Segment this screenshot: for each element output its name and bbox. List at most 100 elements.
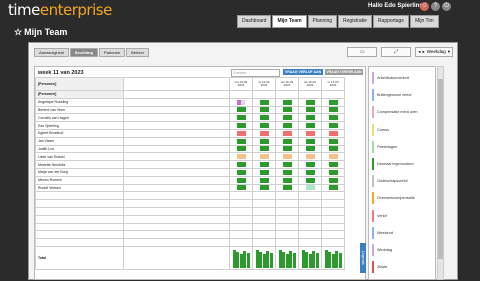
day-cell[interactable] [321, 144, 345, 154]
day-cell[interactable] [229, 175, 253, 185]
day-cell[interactable] [321, 175, 345, 185]
day-cell[interactable] [275, 144, 299, 154]
day-cell[interactable] [275, 97, 299, 107]
subtab[interactable]: Bezetting [69, 48, 98, 57]
day-cell[interactable] [298, 144, 322, 154]
day-cell[interactable] [229, 113, 253, 123]
table-row[interactable]: Rudolf Vriesen [35, 183, 345, 193]
day-cell[interactable] [275, 183, 299, 193]
day-cell[interactable] [321, 128, 345, 138]
avatar-icon[interactable]: ☺ [420, 2, 429, 11]
request-overtime-button[interactable]: VRAAG OVERW AAN [325, 69, 363, 75]
table-row[interactable]: Edo Spierling [35, 121, 345, 130]
legend-tab[interactable]: Legenda [360, 243, 366, 273]
day-cell[interactable] [275, 136, 299, 146]
day-cell[interactable] [298, 152, 322, 162]
day-cell[interactable] [298, 136, 322, 146]
day-cell[interactable] [252, 136, 276, 146]
day-cell[interactable] [252, 113, 276, 123]
day-cell[interactable] [252, 183, 276, 193]
day-cell[interactable] [252, 167, 276, 177]
day-cell[interactable] [275, 175, 299, 185]
table-row[interactable]: Mariette Hendriks [35, 160, 345, 169]
day-cell[interactable] [298, 105, 322, 115]
day-cell[interactable] [321, 105, 345, 115]
help-icon[interactable]: ? [431, 2, 440, 11]
day-cell[interactable] [275, 152, 299, 162]
legend-scrollbar[interactable] [437, 66, 444, 280]
nav-tab[interactable]: Rapportage [372, 15, 410, 28]
day-cell[interactable] [298, 113, 322, 123]
day-cell[interactable] [252, 105, 276, 115]
day-cell[interactable] [252, 152, 276, 162]
day-cell[interactable] [275, 160, 299, 169]
scroll-thumb[interactable] [438, 79, 443, 259]
day-cell[interactable] [229, 105, 253, 115]
day-cell[interactable] [321, 113, 345, 123]
star-icon[interactable]: ☆ [14, 27, 22, 37]
table-row[interactable]: Berend van Veen [35, 105, 345, 115]
weekday-nav[interactable]: ◂ ▸ Weekdag ▾ [415, 47, 453, 57]
day-cell[interactable] [229, 152, 253, 162]
day-cell[interactable] [298, 121, 322, 130]
day-cell[interactable] [229, 136, 253, 146]
table-row[interactable]: Marja van der Burg [35, 167, 345, 177]
subtab[interactable]: Patronen [98, 48, 126, 57]
day-cell[interactable] [275, 128, 299, 138]
nav-tab[interactable]: Mijn Tim [410, 15, 439, 28]
day-cell[interactable] [321, 160, 345, 169]
day-cell[interactable] [275, 113, 299, 123]
day-cell[interactable] [298, 128, 322, 138]
day-cell[interactable] [252, 128, 276, 138]
table-row[interactable]: Cornelis van Hagen [35, 113, 345, 123]
day-cell[interactable] [229, 144, 253, 154]
day-cell[interactable] [321, 167, 345, 177]
day-cell[interactable] [252, 97, 276, 107]
day-cell[interactable] [229, 167, 253, 177]
day-cell[interactable] [252, 121, 276, 130]
day-cell[interactable] [229, 121, 253, 130]
prev-icon[interactable]: ◂ [418, 48, 420, 56]
logout-icon[interactable]: ⏻ [442, 2, 451, 11]
fullscreen-icon[interactable]: ⤢ [381, 47, 412, 57]
day-cell[interactable] [298, 183, 322, 193]
day-cell[interactable] [321, 97, 345, 107]
day-cell[interactable] [298, 160, 322, 169]
day-cell[interactable] [321, 183, 345, 193]
dropdown-icon[interactable]: ▾ [448, 48, 450, 56]
day-cell[interactable] [229, 183, 253, 193]
day-year: 2023 [283, 83, 291, 87]
day-cell[interactable] [252, 160, 276, 169]
window-icon[interactable]: ▭ [347, 47, 378, 57]
day-cell[interactable] [321, 152, 345, 162]
nav-tab[interactable]: Planning [307, 15, 338, 28]
day-cell[interactable] [275, 121, 299, 130]
day-cell[interactable] [298, 175, 322, 185]
nav-tab[interactable]: Mijn Team [272, 15, 307, 28]
table-row[interactable]: Angelique Roseling [35, 97, 345, 107]
day-cell[interactable] [321, 136, 345, 146]
table-row[interactable]: Jan Visser [35, 136, 345, 146]
table-row[interactable]: Egbert Broekhof [35, 128, 345, 138]
day-cell[interactable] [298, 97, 322, 107]
table-row[interactable]: Menno Romein [35, 175, 345, 185]
filter-input[interactable]: Zoeken [231, 69, 280, 77]
request-leave-button[interactable]: VRAAG VERLOF AAN [283, 69, 323, 75]
subtab[interactable]: Aanwezigheid [34, 48, 69, 57]
subtab[interactable]: Beheer [126, 48, 150, 57]
day-cell[interactable] [275, 105, 299, 115]
nav-tab[interactable]: Dashboard [237, 15, 272, 28]
day-cell[interactable] [229, 160, 253, 169]
day-cell[interactable] [229, 128, 253, 138]
day-cell[interactable] [252, 175, 276, 185]
next-icon[interactable]: ▸ [423, 48, 425, 56]
nav-tab[interactable]: Registratie [338, 15, 372, 28]
table-row[interactable]: Judith Lon [35, 144, 345, 154]
day-cell[interactable] [275, 167, 299, 177]
day-cell[interactable] [252, 144, 276, 154]
day-cell[interactable] [298, 167, 322, 177]
day-cell[interactable] [321, 121, 345, 130]
day-cell[interactable] [229, 97, 253, 107]
table-row[interactable]: Lieke van Rossel [35, 152, 345, 162]
logo[interactable]: timeenterprise [8, 1, 112, 19]
